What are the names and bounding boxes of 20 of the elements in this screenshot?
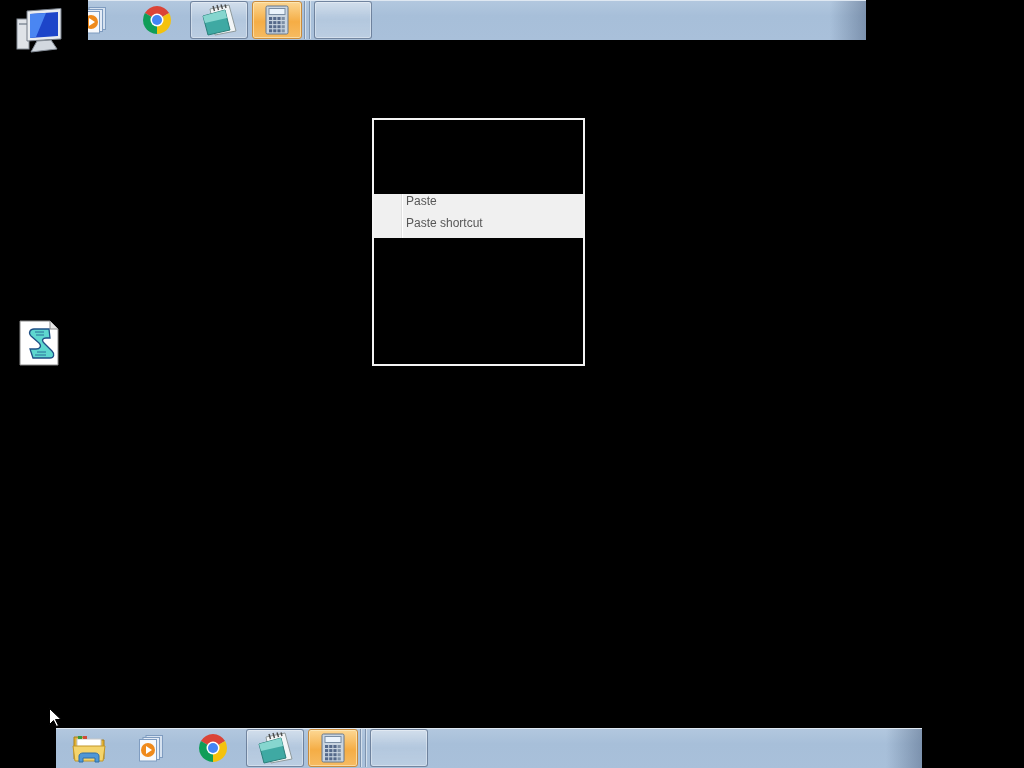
computer-icon[interactable] — [15, 7, 63, 53]
menu-item[interactable]: Paste — [374, 194, 583, 216]
play-icon[interactable] — [88, 6, 107, 34]
taskbar-button[interactable] — [314, 1, 372, 39]
taskbar-button[interactable] — [252, 1, 302, 39]
taskbar-button[interactable] — [308, 729, 358, 767]
folder-icon[interactable] — [72, 733, 106, 763]
script-file-icon[interactable] — [19, 320, 59, 366]
play-icon[interactable] — [138, 734, 164, 762]
taskbar-button[interactable] — [370, 729, 428, 767]
browser-icon[interactable] — [198, 733, 228, 763]
calculator-icon — [265, 5, 289, 35]
browser-icon[interactable] — [142, 5, 172, 35]
notepad-icon — [201, 4, 237, 36]
menu-item[interactable]: Paste shortcut — [374, 216, 583, 238]
mouse-pointer-icon — [49, 708, 61, 727]
taskbar-button[interactable] — [190, 1, 248, 39]
taskbar-button[interactable] — [246, 729, 304, 767]
calculator-icon — [321, 733, 345, 763]
notepad-icon — [257, 732, 293, 764]
